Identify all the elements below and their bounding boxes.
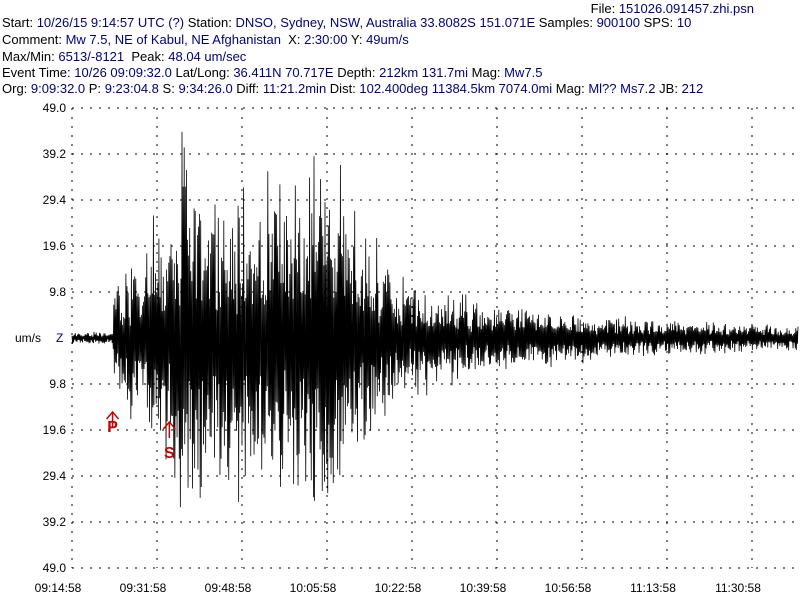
y-tick-label: 49.0 bbox=[43, 561, 67, 575]
x-axis-tick-labels: 09:14:58 09:31:58 09:48:58 10:05:58 10:22:58… bbox=[35, 581, 762, 595]
y-tick-label: 19.6 bbox=[43, 423, 67, 437]
y-tick-label: 9.8 bbox=[49, 285, 66, 299]
y-tick-label: 49.0 bbox=[43, 101, 67, 115]
y-tick-label: 29.4 bbox=[43, 193, 67, 207]
x-tick-label: 10:22:58 bbox=[375, 581, 422, 595]
phase-markers: PS bbox=[105, 410, 176, 462]
x-tick-label: 09:48:58 bbox=[205, 581, 252, 595]
marker-p: P bbox=[105, 410, 120, 436]
trace-path bbox=[71, 131, 799, 508]
x-tick-label: 10:05:58 bbox=[290, 581, 337, 595]
units-label: um/s bbox=[15, 331, 41, 345]
x-tick-label: 11:30:58 bbox=[715, 581, 761, 595]
y-tick-label: 39.2 bbox=[43, 515, 67, 529]
y-tick-label: 39.2 bbox=[43, 147, 67, 161]
seismogram-chart: 49.0 39.2 29.4 19.6 9.8 9.8 19.6 29.4 39.2 49.0 0… bbox=[15, 101, 799, 595]
x-tick-label: 10:56:58 bbox=[545, 581, 592, 595]
y-tick-label: 19.6 bbox=[43, 239, 67, 253]
x-tick-label: 09:31:58 bbox=[120, 581, 167, 595]
channel-label: Z bbox=[56, 331, 63, 345]
seismogram-trace bbox=[71, 131, 799, 508]
x-tick-label: 10:39:58 bbox=[460, 581, 507, 595]
y-tick-label: 9.8 bbox=[49, 377, 66, 391]
x-tick-label: 09:14:58 bbox=[35, 581, 82, 595]
x-tick-label: 11:13:58 bbox=[630, 581, 676, 595]
marker-label: P bbox=[107, 419, 118, 436]
y-tick-label: 29.4 bbox=[43, 469, 67, 483]
marker-label: S bbox=[164, 445, 175, 462]
